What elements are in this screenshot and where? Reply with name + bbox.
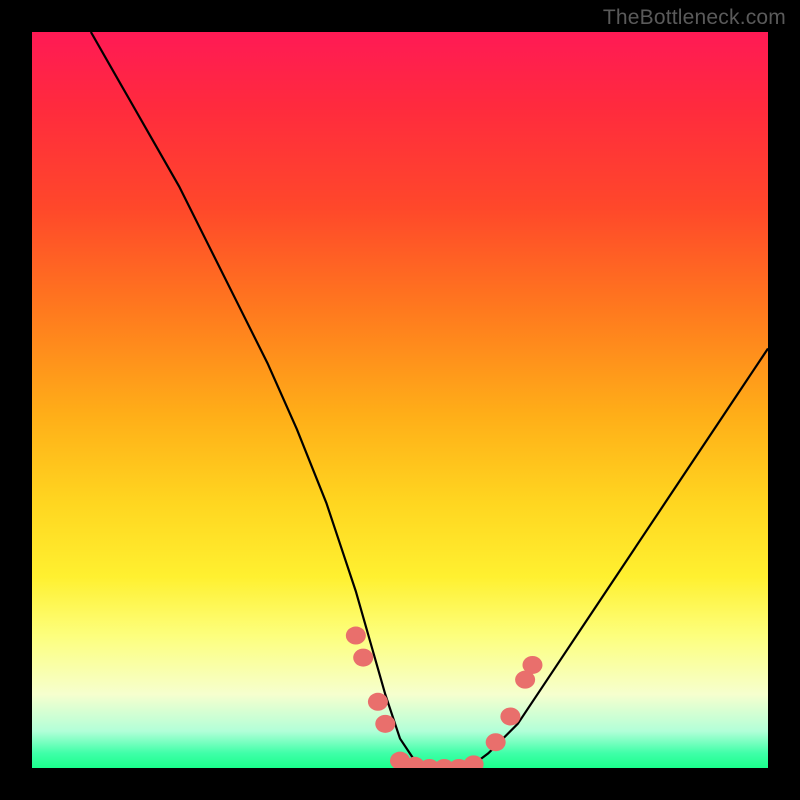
watermark-text: TheBottleneck.com: [603, 6, 786, 30]
curve-layer: [32, 32, 768, 768]
plot-area: [32, 32, 768, 768]
left-upper-dot: [346, 627, 366, 645]
left-lower-dot: [368, 693, 388, 711]
bottleneck-curve: [91, 32, 768, 768]
right-mid-dot: [500, 707, 520, 725]
marker-group: [346, 627, 543, 768]
bottom-dot-6: [464, 755, 484, 768]
curve-path: [91, 32, 768, 768]
left-lower-dot-2: [375, 715, 395, 733]
right-upper-dot-2: [522, 656, 542, 674]
left-upper-dot-2: [353, 649, 373, 667]
right-lower-dot: [486, 733, 506, 751]
chart-frame: TheBottleneck.com: [0, 0, 800, 800]
